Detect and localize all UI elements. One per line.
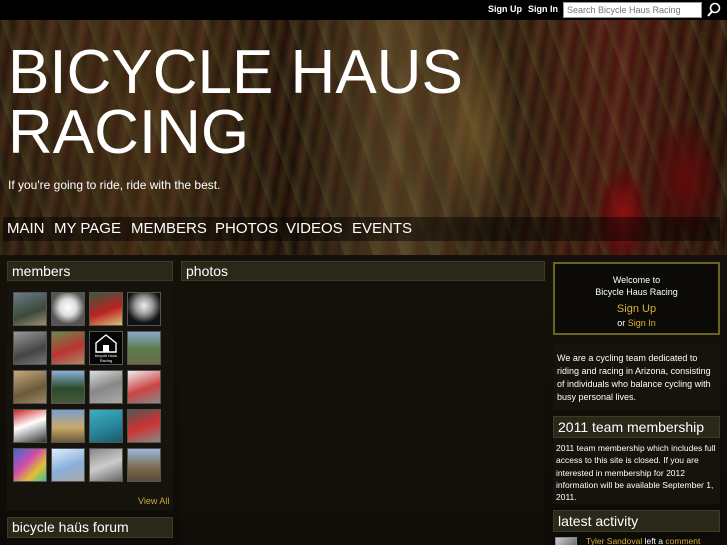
member-avatar[interactable] (89, 292, 123, 326)
search-input[interactable] (563, 2, 702, 18)
member-avatar-team-logo[interactable]: bicycle haus Racing (89, 331, 123, 365)
photos-panel (181, 281, 545, 545)
member-avatar[interactable] (51, 370, 85, 404)
site-header: BICYCLE HAUS RACING If you're going to r… (0, 20, 727, 255)
activity-comment-link[interactable]: comment (665, 536, 700, 545)
member-avatar[interactable] (89, 409, 123, 443)
search-icon[interactable] (704, 1, 724, 19)
welcome-site-name: Bicycle Haus Racing (595, 287, 678, 297)
activity-avatar[interactable] (555, 537, 577, 545)
member-avatar[interactable] (127, 370, 161, 404)
top-sign-in-link[interactable]: Sign In (528, 4, 558, 14)
member-avatar[interactable] (127, 331, 161, 365)
member-avatar[interactable] (13, 409, 47, 443)
welcome-sign-up-link[interactable]: Sign Up (555, 303, 718, 315)
member-avatar[interactable] (13, 331, 47, 365)
forum-heading[interactable]: bicycle haüs forum (7, 517, 173, 538)
member-avatar[interactable] (127, 409, 161, 443)
member-avatar[interactable] (51, 409, 85, 443)
site-title-line2: RACING (8, 98, 250, 167)
member-avatar[interactable] (51, 292, 85, 326)
nav-main[interactable]: MAIN (7, 220, 45, 237)
top-sign-up-link[interactable]: Sign Up (488, 4, 522, 14)
welcome-sign-in-link[interactable]: Sign In (628, 318, 656, 328)
member-avatar[interactable] (127, 448, 161, 482)
member-avatar[interactable] (13, 292, 47, 326)
members-heading[interactable]: members (7, 261, 173, 281)
top-bar: Sign Up Sign In (0, 0, 727, 20)
activity-text: Tyler Sandoval left a comment (586, 536, 700, 545)
activity-action: left a (644, 536, 664, 545)
welcome-or-text: or (617, 318, 626, 328)
site-title-line1: BICYCLE HAUS (8, 38, 463, 107)
member-avatar[interactable] (89, 448, 123, 482)
member-avatar[interactable] (127, 292, 161, 326)
welcome-sign-in-row: or Sign In (555, 318, 718, 328)
site-title[interactable]: BICYCLE HAUS RACING (8, 38, 528, 167)
nav-members[interactable]: MEMBERS (131, 220, 207, 237)
member-avatar[interactable] (51, 448, 85, 482)
member-avatar[interactable] (51, 331, 85, 365)
members-view-all-link[interactable]: View All (138, 496, 169, 506)
team-logo-text: bicycle haus Racing (94, 353, 117, 363)
nav-events[interactable]: EVENTS (352, 220, 412, 237)
welcome-line1: Welcome to (612, 275, 661, 285)
main-nav: MAIN MY PAGE MEMBERS PHOTOS VIDEOS EVENT… (3, 217, 720, 241)
nav-my-page[interactable]: MY PAGE (54, 220, 121, 237)
nav-photos[interactable]: PHOTOS (215, 220, 278, 237)
activity-item: Tyler Sandoval left a comment (555, 536, 720, 545)
activity-user-link[interactable]: Tyler Sandoval (586, 536, 642, 545)
member-avatar[interactable] (13, 370, 47, 404)
photos-heading[interactable]: photos (181, 261, 545, 281)
welcome-box: Welcome to Bicycle Haus Racing Sign Up o… (553, 262, 720, 335)
member-avatar[interactable] (13, 448, 47, 482)
membership-heading: 2011 team membership (553, 416, 720, 438)
latest-activity-heading: latest activity (553, 510, 720, 532)
membership-text: 2011 team membership which includes full… (553, 438, 720, 504)
site-tagline: If you're going to ride, ride with the b… (8, 178, 221, 192)
about-text: We are a cycling team dedicated to ridin… (553, 343, 720, 410)
nav-videos[interactable]: VIDEOS (286, 220, 343, 237)
member-avatar[interactable] (89, 370, 123, 404)
